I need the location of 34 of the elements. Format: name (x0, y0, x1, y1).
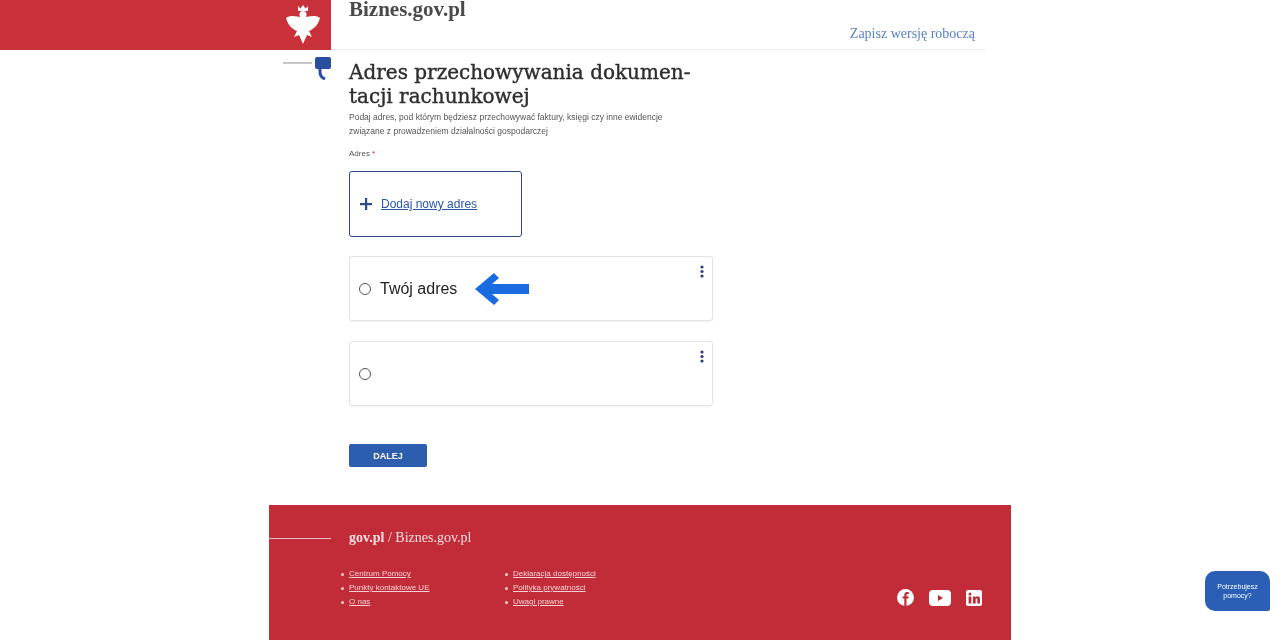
bullet-icon (505, 600, 508, 604)
add-address-card[interactable]: Dodaj nowy adres (349, 171, 522, 237)
footer-link[interactable]: Deklaracja dostępności (513, 569, 596, 579)
more-options-icon[interactable] (700, 350, 704, 363)
option-label: Twój adres (380, 279, 458, 298)
site-title[interactable]: Biznes.gov.pl (349, 0, 466, 19)
required-mark: * (371, 149, 376, 159)
youtube-icon[interactable] (929, 589, 951, 606)
flag-icon (315, 57, 331, 80)
next-button[interactable]: DALEJ (349, 444, 427, 467)
description-text: Podaj adres, pod którym będziesz przechowywać faktury, księgi czy inne ewidencje związane z prowadzeniem działalności gospodarczej (349, 111, 664, 138)
radio-button[interactable] (359, 282, 371, 295)
footer-link[interactable]: Punkty kontaktowe UE (349, 583, 430, 593)
address-option-card[interactable]: Twój adres (349, 256, 713, 321)
linkedin-icon[interactable] (966, 589, 982, 606)
add-address-link[interactable]: Dodaj nowy adres (381, 197, 478, 211)
facebook-icon[interactable] (897, 589, 914, 606)
bullet-icon (505, 572, 508, 576)
eagle-emblem-icon[interactable] (285, 5, 321, 45)
footer-link[interactable]: O nas (349, 597, 371, 607)
footer-link[interactable]: Polityka prywatności (513, 583, 586, 593)
more-options-icon[interactable] (700, 265, 704, 278)
field-label: Adres (349, 149, 370, 159)
radio-button[interactable] (359, 367, 371, 380)
page-title: Adres przechowywania dokumen-tacji rachunkowej (349, 60, 692, 108)
bullet-icon (341, 600, 344, 604)
save-draft-link[interactable]: Zapisz wersję roboczą (849, 26, 975, 42)
bullet-icon (341, 586, 344, 590)
plus-icon (360, 198, 372, 210)
footer-brand[interactable]: gov.pl / Biznes.gov.pl (349, 529, 472, 547)
bullet-icon (341, 572, 344, 576)
bullet-icon (505, 586, 508, 590)
footer-link[interactable]: Centrum Pomocy (349, 569, 411, 579)
footer-link[interactable]: Uwagi prawne (513, 597, 564, 607)
